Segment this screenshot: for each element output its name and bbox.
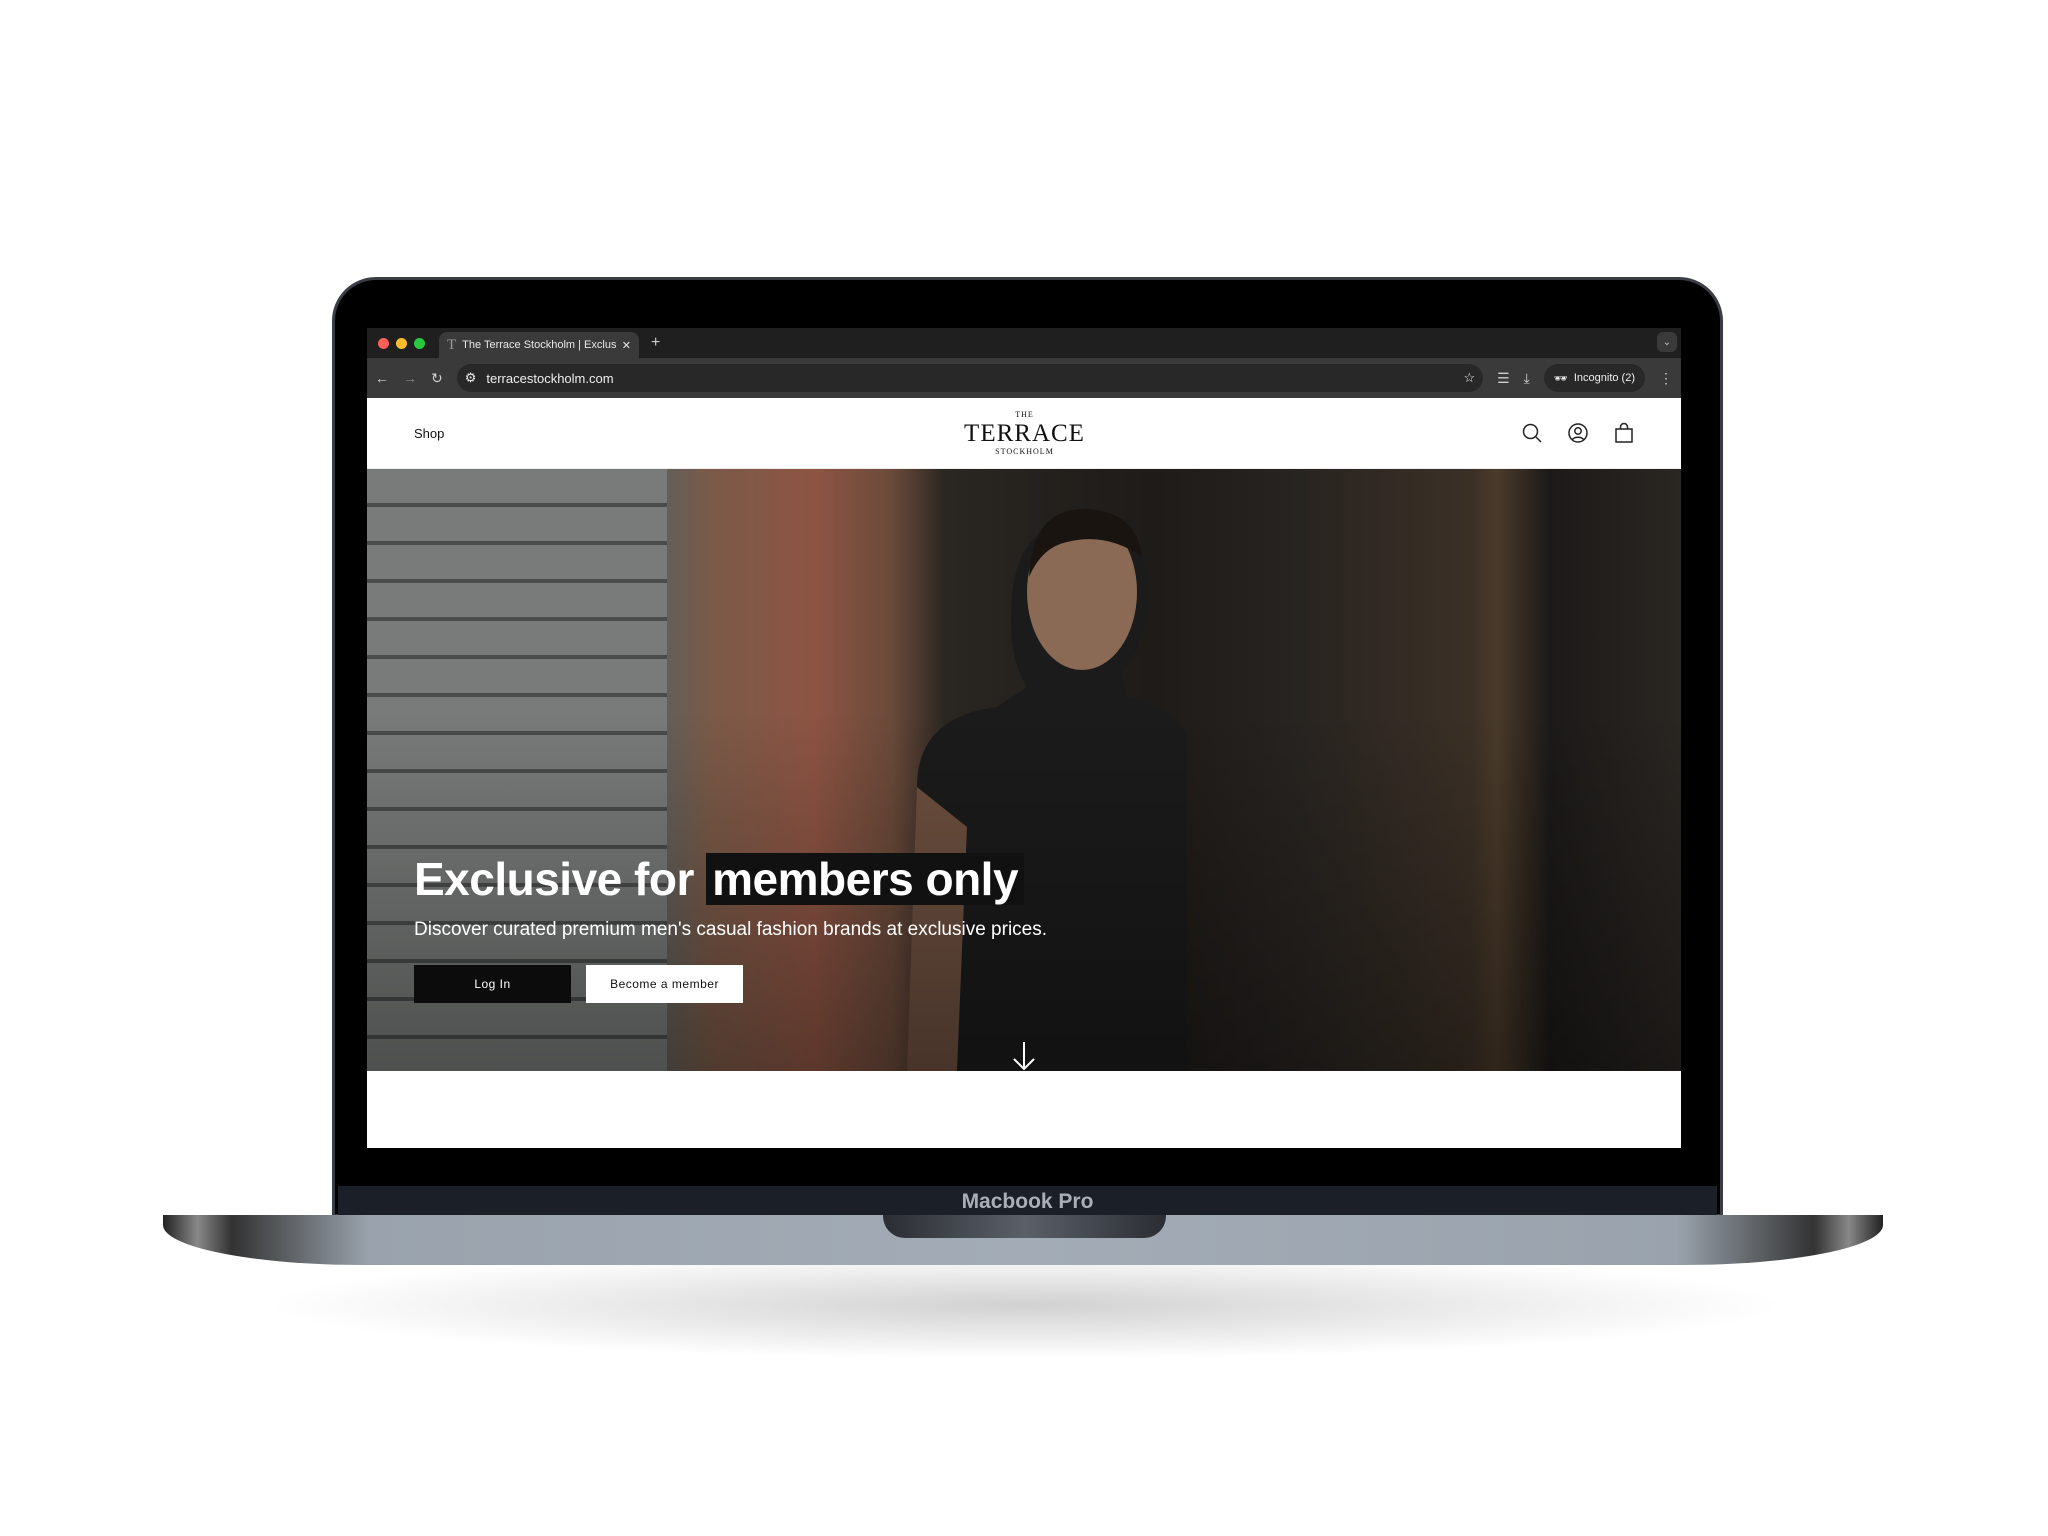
reload-icon[interactable]: ↻ <box>431 370 443 387</box>
laptop-shadow <box>260 1250 1790 1360</box>
logo-main: TERRACE <box>964 419 1085 447</box>
new-tab-button[interactable]: + <box>651 334 660 352</box>
logo-top: THE <box>1015 409 1034 419</box>
incognito-icon: 🕶 <box>1553 372 1568 385</box>
site-header: Shop THE TERRACE STOCKHOLM <box>367 398 1681 469</box>
menu-kebab-icon[interactable]: ⋮ <box>1659 370 1673 387</box>
site-logo[interactable]: THE TERRACE STOCKHOLM <box>964 409 1085 456</box>
incognito-label: Incognito (2) <box>1573 372 1635 384</box>
browser-tab[interactable]: T The Terrace Stockholm | Exclusive ✕ <box>439 332 639 358</box>
tab-title: The Terrace Stockholm | Exclusive <box>462 339 616 351</box>
tab-bar: T The Terrace Stockholm | Exclusive ✕ + … <box>367 328 1681 358</box>
screen: T The Terrace Stockholm | Exclusive ✕ + … <box>367 328 1681 1148</box>
login-button[interactable]: Log In <box>414 965 571 1003</box>
browser-toolbar: ← → ↻ ⚙ terracestockholm.com ☆ ☰ ⤓ 🕶 Inc… <box>367 358 1681 398</box>
url-text: terracestockholm.com <box>486 370 614 386</box>
tab-search-button[interactable]: ⌄ <box>1657 332 1677 352</box>
search-icon[interactable] <box>1521 422 1543 444</box>
address-bar[interactable]: ⚙ terracestockholm.com ☆ <box>456 364 1484 392</box>
incognito-badge[interactable]: 🕶 Incognito (2) <box>1543 364 1645 392</box>
favicon-icon: T <box>447 336 457 353</box>
hero-headline: Exclusive for members only <box>414 851 1047 907</box>
close-window-button[interactable] <box>378 337 389 349</box>
hero-banner: Exclusive for members only Discover cura… <box>367 469 1681 1071</box>
hero-subtitle: Discover curated premium men's casual fa… <box>414 919 1048 940</box>
back-icon[interactable]: ← <box>375 370 389 386</box>
become-member-button[interactable]: Become a member <box>586 965 743 1003</box>
minimize-window-button[interactable] <box>396 337 407 349</box>
cart-bag-icon[interactable] <box>1613 422 1635 444</box>
scroll-down-arrow-icon[interactable] <box>1009 1041 1039 1071</box>
nav-shop-link[interactable]: Shop <box>414 426 564 441</box>
forward-icon[interactable]: → <box>403 370 417 386</box>
close-tab-icon[interactable]: ✕ <box>622 339 631 352</box>
site-settings-icon[interactable]: ⚙ <box>465 370 477 386</box>
bookmark-star-icon[interactable]: ☆ <box>1463 370 1475 386</box>
laptop-notch <box>883 1215 1166 1238</box>
reading-list-icon[interactable]: ☰ <box>1497 370 1510 387</box>
download-icon[interactable]: ⤓ <box>1524 370 1530 387</box>
device-label: Macbook Pro <box>338 1186 1717 1217</box>
maximize-window-button[interactable] <box>414 337 425 349</box>
account-icon[interactable] <box>1567 422 1589 444</box>
headline-highlight: members only <box>706 853 1025 905</box>
logo-bottom: STOCKHOLM <box>995 446 1054 456</box>
